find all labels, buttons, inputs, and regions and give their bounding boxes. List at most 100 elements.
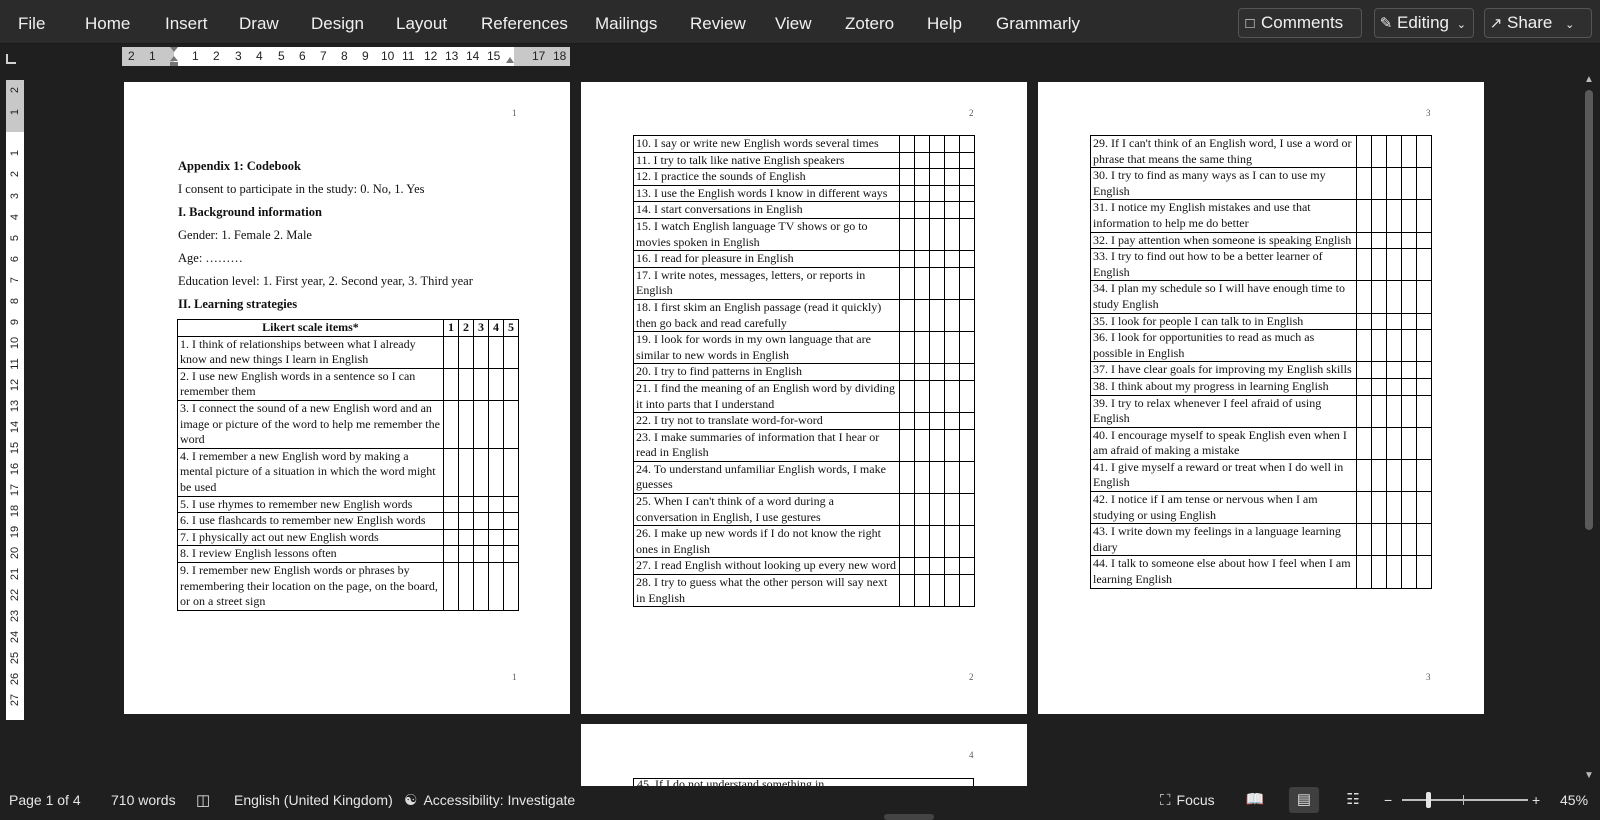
rating-cell[interactable]	[503, 512, 519, 530]
rating-cell[interactable]	[1416, 458, 1432, 493]
tab-draw[interactable]: Draw	[239, 0, 279, 44]
rating-cell[interactable]	[959, 557, 975, 576]
rating-cell[interactable]	[1371, 458, 1387, 493]
rating-cell[interactable]	[929, 363, 945, 381]
tab-view[interactable]: View	[775, 0, 812, 44]
rating-cell[interactable]	[1356, 329, 1372, 363]
zoom-slider-thumb[interactable]	[1426, 792, 1431, 808]
rating-cell[interactable]	[929, 493, 945, 527]
rating-cell[interactable]	[443, 561, 459, 611]
rating-cell[interactable]	[1371, 491, 1387, 525]
rating-cell[interactable]	[1401, 134, 1417, 169]
rating-cell[interactable]	[899, 168, 915, 186]
table-cell-item[interactable]: 30. I try to find as many ways as I can …	[1090, 167, 1357, 201]
table-cell-item[interactable]: 10. I say or write new English words sev…	[633, 135, 900, 153]
rating-cell[interactable]	[929, 201, 945, 219]
table-cell-item[interactable]: 19. I look for words in my own language …	[633, 331, 900, 365]
rating-cell[interactable]	[944, 412, 960, 430]
rating-cell[interactable]	[944, 266, 960, 300]
rating-cell[interactable]	[1401, 377, 1417, 396]
table-cell-item[interactable]: 12. I practice the sounds of English	[633, 168, 900, 186]
rating-cell[interactable]	[473, 495, 489, 514]
rating-cell[interactable]	[1401, 491, 1417, 525]
rating-cell[interactable]	[458, 528, 474, 547]
rating-cell[interactable]	[503, 335, 519, 369]
rating-cell[interactable]	[488, 528, 504, 547]
rating-cell[interactable]	[1416, 280, 1432, 314]
rating-cell[interactable]	[959, 460, 975, 495]
rating-cell[interactable]	[959, 363, 975, 381]
rating-cell[interactable]	[1371, 555, 1387, 589]
rating-cell[interactable]	[914, 298, 930, 333]
rating-cell[interactable]	[944, 184, 960, 203]
rating-cell[interactable]	[1416, 491, 1432, 525]
rating-cell[interactable]	[503, 561, 519, 611]
table-cell-item[interactable]: 1. I think of relationships between what…	[177, 335, 444, 369]
rating-cell[interactable]	[959, 151, 975, 170]
rating-cell[interactable]	[1356, 555, 1372, 589]
rating-cell[interactable]	[959, 412, 975, 430]
table-cell-item[interactable]: 27. I read English without looking up ev…	[633, 557, 900, 576]
rating-cell[interactable]	[914, 363, 930, 381]
rating-cell[interactable]	[1356, 377, 1372, 396]
rating-cell[interactable]	[458, 447, 474, 497]
accessibility-checker[interactable]: ☯ Accessibility: Investigate	[404, 786, 575, 815]
rating-cell[interactable]	[1356, 523, 1372, 557]
rating-cell[interactable]	[1416, 361, 1432, 379]
rating-cell[interactable]	[443, 447, 459, 497]
rating-cell[interactable]	[1356, 134, 1372, 169]
rating-cell[interactable]	[488, 545, 504, 563]
rating-cell[interactable]	[914, 331, 930, 365]
table-cell-item[interactable]: 25. When I can't think of a word during …	[633, 493, 900, 527]
rating-cell[interactable]	[929, 184, 945, 203]
table-cell-item[interactable]: 44. I talk to someone else about how I f…	[1090, 555, 1357, 589]
rating-cell[interactable]	[458, 545, 474, 563]
rating-cell[interactable]	[914, 428, 930, 462]
rating-cell[interactable]	[503, 447, 519, 497]
rating-cell[interactable]	[1386, 426, 1402, 460]
rating-cell[interactable]	[1386, 134, 1402, 169]
rating-cell[interactable]	[929, 331, 945, 365]
table-cell-item[interactable]: 20. I try to find patterns in English	[633, 363, 900, 381]
rating-cell[interactable]	[1371, 394, 1387, 428]
rating-cell[interactable]	[944, 574, 960, 608]
rating-cell[interactable]	[1401, 199, 1417, 233]
rating-cell[interactable]	[1371, 377, 1387, 396]
rating-cell[interactable]	[503, 367, 519, 401]
rating-cell[interactable]	[443, 512, 459, 530]
rating-cell[interactable]	[488, 367, 504, 401]
table-cell-item[interactable]: 31. I notice my English mistakes and use…	[1090, 199, 1357, 233]
rating-cell[interactable]	[914, 574, 930, 608]
indent-marker-icon[interactable]	[169, 47, 179, 66]
table-cell-item[interactable]: 4. I remember a new English word by maki…	[177, 447, 444, 497]
rating-cell[interactable]	[1416, 426, 1432, 460]
rating-cell[interactable]	[914, 493, 930, 527]
rating-cell[interactable]	[929, 151, 945, 170]
rating-cell[interactable]	[1356, 458, 1372, 493]
rating-cell[interactable]	[503, 528, 519, 547]
rating-cell[interactable]	[473, 399, 489, 449]
rating-cell[interactable]	[488, 399, 504, 449]
table-cell-item[interactable]: 21. I find the meaning of an English wor…	[633, 379, 900, 414]
rating-cell[interactable]	[1386, 491, 1402, 525]
table-cell-item[interactable]: 39. I try to relax whenever I feel afrai…	[1090, 394, 1357, 428]
rating-cell[interactable]	[899, 184, 915, 203]
page-indicator[interactable]: Page 1 of 4	[9, 786, 81, 814]
rating-cell[interactable]	[959, 217, 975, 252]
table-cell-item[interactable]: 5. I use rhymes to remember new English …	[177, 495, 444, 514]
table-cell-item[interactable]: 23. I make summaries of information that…	[633, 428, 900, 462]
rating-cell[interactable]	[1386, 199, 1402, 233]
horizontal-scroll-indicator[interactable]	[884, 814, 934, 820]
rating-cell[interactable]	[443, 545, 459, 563]
table-cell-item[interactable]: 38. I think about my progress in learnin…	[1090, 377, 1357, 396]
rating-cell[interactable]	[899, 460, 915, 495]
rating-cell[interactable]	[1416, 231, 1432, 250]
rating-cell[interactable]	[458, 495, 474, 514]
rating-cell[interactable]	[503, 495, 519, 514]
rating-cell[interactable]	[899, 574, 915, 608]
rating-cell[interactable]	[929, 428, 945, 462]
rating-cell[interactable]	[1356, 199, 1372, 233]
rating-cell[interactable]	[458, 561, 474, 611]
table-cell-item[interactable]: 22. I try not to translate word-for-word	[633, 412, 900, 430]
tab-mailings[interactable]: Mailings	[595, 0, 657, 44]
